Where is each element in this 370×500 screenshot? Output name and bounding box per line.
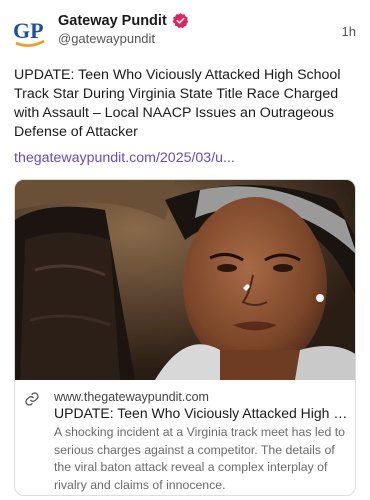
link-preview-card[interactable]: www.thegatewaypundit.com UPDATE: Teen Wh… xyxy=(14,179,356,496)
link-chain-icon xyxy=(25,392,39,406)
card-domain: www.thegatewaypundit.com xyxy=(54,390,209,404)
author-row: Gateway Pundit xyxy=(58,12,189,29)
card-title[interactable]: UPDATE: Teen Who Viciously Attacked High… xyxy=(54,405,349,421)
post-text: UPDATE: Teen Who Viciously Attacked High… xyxy=(14,67,341,140)
post-time[interactable]: 1h xyxy=(342,24,356,39)
card-image[interactable] xyxy=(15,180,356,380)
author-name[interactable]: Gateway Pundit xyxy=(58,13,167,29)
avatar-text: GP xyxy=(13,18,44,43)
post-link[interactable]: thegatewaypundit.com/2025/03/u... xyxy=(14,150,235,166)
verified-badge-icon xyxy=(172,13,189,29)
author-handle[interactable]: @gatewaypundit xyxy=(58,31,155,46)
avatar-logo[interactable]: GP xyxy=(13,14,47,48)
card-description: A shocking incident at a Virginia track … xyxy=(54,425,345,492)
